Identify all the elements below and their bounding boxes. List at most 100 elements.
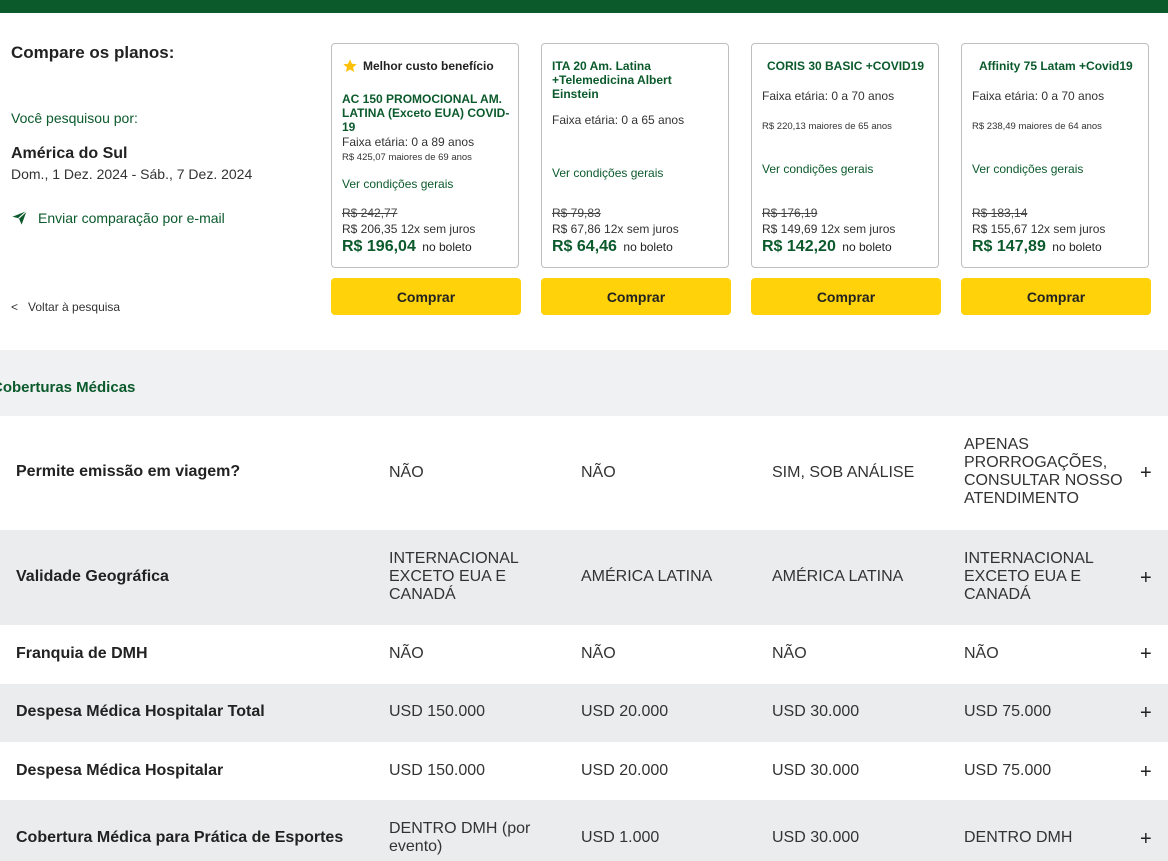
coverage-value: USD 30.000 [772,703,860,720]
old-price: R$ 183,14 [972,206,1028,220]
best-value-label: Melhor custo benefício [363,59,494,73]
coverage-value: USD 20.000 [581,762,669,779]
coverage-value: DENTRO DMH (por evento) [389,820,531,855]
boleto-label: no boleto [623,240,673,254]
coverage-value: AMÉRICA LATINA [772,568,904,585]
coverage-row: Validade Geográfica INTERNACIONAL EXCETO… [0,530,1168,625]
coverage-row: Permite emissão em viagem? NÃO NÃO SIM, … [0,416,1168,530]
general-conditions-link[interactable]: Ver condições gerais [972,162,1083,176]
age-range: Faixa etária: 0 a 65 anos [552,113,685,127]
boleto-price: R$ 147,89 [972,238,1046,255]
star-icon [343,59,357,72]
coverage-value: NÃO [964,645,999,662]
coverage-value: NÃO [389,464,424,481]
buy-button[interactable]: Comprar [751,278,941,315]
coverage-value: DENTRO DMH [964,829,1073,846]
row-label: Despesa Médica Hospitalar [16,762,224,779]
plus-icon[interactable]: + [1140,643,1152,666]
coverage-value: USD 75.000 [964,703,1052,720]
senior-price: R$ 220,13 maiores de 65 anos [762,121,892,132]
price-line: R$ 196,04 no boleto [342,238,472,256]
senior-price: R$ 238,49 maiores de 64 anos [972,121,1102,132]
boleto-price: R$ 64,46 [552,238,617,255]
boleto-price: R$ 142,20 [762,238,836,255]
price-line: R$ 142,20 no boleto [762,238,892,256]
plus-icon[interactable]: + [1140,761,1152,784]
row-label: Despesa Médica Hospitalar Total [16,703,265,720]
senior-price: R$ 425,07 maiores de 69 anos [342,152,472,163]
coverage-value: INTERNACIONAL EXCETO EUA E CANADÁ [964,550,1094,603]
row-label: Cobertura Médica para Prática de Esporte… [16,829,344,846]
plan-name: CORIS 30 BASIC +COVID19 [767,59,925,73]
plan-card: Melhor custo benefício AC 150 PROMOCIONA… [331,43,519,268]
old-price: R$ 242,77 [342,206,398,220]
coverage-value: APENAS PRORROGAÇÕES, CONSULTAR NOSSO ATE… [964,436,1123,507]
destination: América do Sul [11,145,128,162]
plan-card: CORIS 30 BASIC +COVID19 Faixa etária: 0 … [751,43,939,268]
coverage-value: NÃO [581,645,616,662]
installment-price: R$ 67,86 12x sem juros [552,222,679,236]
coverage-value: AMÉRICA LATINA [581,568,713,585]
row-label: Franquia de DMH [16,645,148,662]
coverage-value: NÃO [389,645,424,662]
coverage-value: INTERNACIONAL EXCETO EUA E CANADÁ [389,550,519,603]
section-title: Coberturas Médicas [0,379,136,396]
old-price: R$ 176,19 [762,206,818,220]
coverage-row: Cobertura Médica para Prática de Esporte… [0,800,1168,861]
travel-dates: Dom., 1 Dez. 2024 - Sáb., 7 Dez. 2024 [11,166,253,182]
boleto-label: no boleto [842,240,892,254]
installment-price: R$ 155,67 12x sem juros [972,222,1106,236]
buy-button[interactable]: Comprar [541,278,731,315]
old-price: R$ 79,83 [552,206,601,220]
best-value-badge: Melhor custo benefício [342,58,494,74]
searched-label: Você pesquisou por: [11,110,138,126]
installment-price: R$ 206,35 12x sem juros [342,222,476,236]
general-conditions-link[interactable]: Ver condições gerais [552,166,663,180]
buy-button[interactable]: Comprar [961,278,1151,315]
plus-icon[interactable]: + [1140,462,1152,485]
plan-card: Affinity 75 Latam +Covid19 Faixa etária:… [961,43,1149,268]
boleto-label: no boleto [422,240,472,254]
plan-name: Affinity 75 Latam +Covid19 [979,59,1133,73]
coverage-row: Despesa Médica Hospitalar Total USD 150.… [0,684,1168,742]
plan-card: ITA 20 Am. Latina +Telemedicina Albert E… [541,43,729,268]
general-conditions-link[interactable]: Ver condições gerais [342,177,453,191]
plus-icon[interactable]: + [1140,828,1152,851]
price-line: R$ 64,46 no boleto [552,238,673,256]
email-comparison-link[interactable]: Enviar comparação por e-mail [11,209,225,226]
installment-price: R$ 149,69 12x sem juros [762,222,896,236]
paper-plane-icon [12,210,27,225]
coverage-value: USD 1.000 [581,829,660,846]
buy-button[interactable]: Comprar [331,278,521,315]
coverage-value: NÃO [772,645,807,662]
coverage-value: USD 150.000 [389,762,486,779]
email-link-label: Enviar comparação por e-mail [38,209,225,226]
plus-icon[interactable]: + [1140,702,1152,725]
coverage-row: Franquia de DMH NÃO NÃO NÃO NÃO + [0,625,1168,684]
boleto-label: no boleto [1052,240,1102,254]
plan-name: AC 150 PROMOCIONAL AM. LATINA (Exceto EU… [342,92,510,134]
coverage-value: USD 150.000 [389,703,486,720]
top-bar [0,0,1168,13]
back-to-search-link[interactable]: < Voltar à pesquisa [11,300,120,314]
chevron-left-icon: < [11,300,19,314]
section-header: Coberturas Médicas [0,350,1168,416]
general-conditions-link[interactable]: Ver condições gerais [762,162,873,176]
coverage-value: USD 75.000 [964,762,1052,779]
coverage-value: USD 20.000 [581,703,669,720]
boleto-price: R$ 196,04 [342,238,416,255]
coverage-value: USD 30.000 [772,829,860,846]
coverage-value: SIM, SOB ANÁLISE [772,464,915,481]
age-range: Faixa etária: 0 a 70 anos [972,89,1105,103]
back-link-label: Voltar à pesquisa [28,300,121,314]
row-label: Validade Geográfica [16,568,169,585]
plus-icon[interactable]: + [1140,567,1152,590]
coverage-value: USD 30.000 [772,762,860,779]
coverage-value: NÃO [581,464,616,481]
coverage-row: Despesa Médica Hospitalar USD 150.000 US… [0,742,1168,800]
page-title: Compare os planos: [11,43,175,62]
plan-name: ITA 20 Am. Latina +Telemedicina Albert E… [552,59,672,101]
price-line: R$ 147,89 no boleto [972,238,1102,256]
row-label: Permite emissão em viagem? [16,463,241,480]
age-range: Faixa etária: 0 a 89 anos [342,135,475,149]
